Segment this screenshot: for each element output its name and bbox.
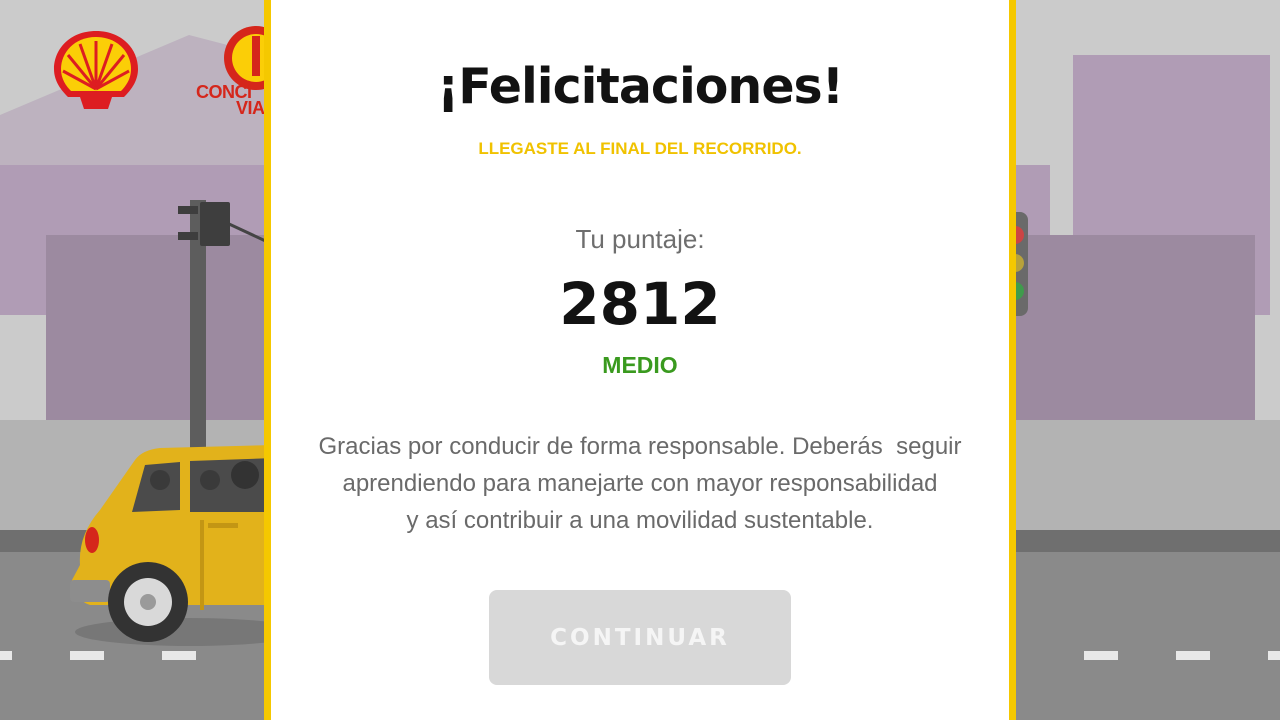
building	[1010, 235, 1255, 450]
taxi-car	[70, 445, 280, 646]
lane-marking	[162, 651, 196, 660]
result-message: Gracias por conducir de forma responsabl…	[311, 428, 969, 539]
score-value: 2812	[559, 270, 721, 338]
pole-arm	[178, 206, 198, 214]
lane-marking	[0, 651, 12, 660]
result-message-line: y así contribuir a una movilidad sustent…	[406, 507, 874, 534]
results-modal: ¡Felicitaciones! LLEGASTE AL FINAL DEL R…	[264, 0, 1016, 720]
result-message-line: aprendiendo para manejarte con mayor res…	[342, 470, 938, 497]
score-label: Tu puntaje:	[575, 224, 705, 254]
lane-marking	[1084, 651, 1118, 660]
game-scene: CONCI VIA ¡Felicitaciones! LLEGASTE AL F…	[0, 0, 1280, 720]
badge-text-line2: VIA	[236, 98, 265, 118]
pole-box	[200, 202, 230, 246]
modal-subtitle: LLEGASTE AL FINAL DEL RECORRIDO.	[478, 139, 802, 158]
continue-button[interactable]: CONTINUAR	[489, 590, 791, 685]
badge-text: CONCI VIA	[196, 83, 265, 118]
modal-title: ¡Felicitaciones!	[436, 58, 844, 115]
shell-logo-icon	[54, 31, 138, 109]
pole-arm	[178, 232, 198, 240]
lane-marking	[1268, 651, 1280, 660]
score-level: MEDIO	[602, 352, 678, 378]
lane-marking	[1176, 651, 1210, 660]
result-message-line: Gracias por conducir de forma responsabl…	[318, 433, 962, 460]
building	[46, 235, 276, 450]
lane-marking	[70, 651, 104, 660]
